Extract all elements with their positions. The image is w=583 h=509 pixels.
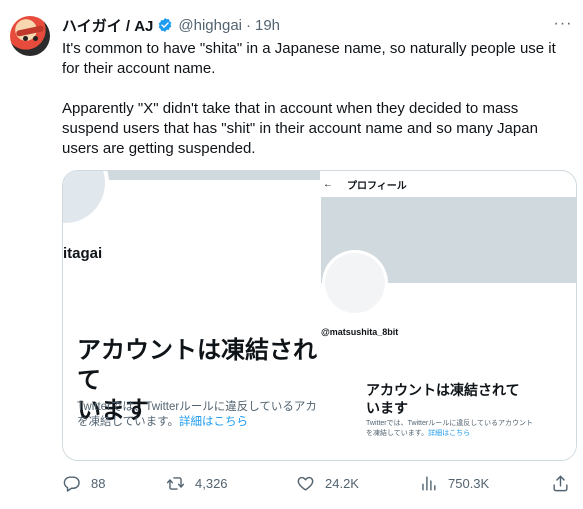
reply-button[interactable]: 88 <box>62 472 105 494</box>
tweet[interactable]: ハイガイ / AJ @highgai · 19h ··· It's common… <box>0 0 583 509</box>
retweet-count: 4,326 <box>195 475 228 491</box>
timestamp[interactable]: 19h <box>255 17 280 34</box>
tweet-header: ハイガイ / AJ @highgai · 19h <box>62 15 280 35</box>
more-options-icon[interactable]: ··· <box>553 14 573 34</box>
view-count: 750.3K <box>448 475 490 491</box>
verified-badge-icon <box>159 18 172 32</box>
tweet-text: It's common to have "shita" in a Japanes… <box>62 40 556 157</box>
reply-count: 88 <box>91 475 106 491</box>
suspended-username: itagai <box>63 245 103 262</box>
media-image-left[interactable]: itagai アカウントは凍結されて います Twitterでは、Twitter… <box>63 171 320 460</box>
views-button[interactable]: 750.3K <box>419 472 489 494</box>
display-name[interactable]: ハイガイ / AJ <box>62 15 153 36</box>
profile-title: プロフィール <box>347 180 407 192</box>
profile-banner <box>107 171 320 180</box>
separator: · <box>246 16 251 34</box>
media-image-right[interactable]: ← プロフィール @matsushita_8bit アカウントは凍結されて いま… <box>320 171 576 460</box>
views-icon <box>422 475 436 491</box>
details-link: 詳細はこちら <box>428 430 471 437</box>
retweet-button[interactable]: 4,326 <box>166 472 228 494</box>
avatar[interactable] <box>10 16 50 56</box>
share-button[interactable] <box>551 472 570 494</box>
back-arrow-icon: ← <box>323 178 333 190</box>
share-icon <box>553 475 568 491</box>
like-count: 24.2K <box>325 475 359 491</box>
suspended-body: Twitterでは、Twitterルールに違反しているアカ を凍結しています。詳… <box>77 400 320 430</box>
action-bar: 88 4,326 24.2K 750.3K <box>62 472 577 494</box>
profile-topbar: ← プロフィール <box>321 171 576 197</box>
reply-icon <box>63 475 80 492</box>
details-link: 詳細はこちら <box>179 416 249 428</box>
retweet-icon <box>166 476 185 490</box>
like-button[interactable]: 24.2K <box>296 472 359 494</box>
suspended-body: Twitterでは、Twitterルールに違反しているアカウント を凍結していま… <box>366 419 576 439</box>
handle[interactable]: @highgai <box>178 17 242 34</box>
suspended-headline: アカウントは凍結されて います <box>366 382 520 416</box>
suspended-username: @matsushita_8bit <box>321 327 399 337</box>
profile-avatar-placeholder <box>63 171 105 223</box>
media-grid[interactable]: itagai アカウントは凍結されて います Twitterでは、Twitter… <box>62 170 577 461</box>
profile-avatar-placeholder <box>325 253 385 313</box>
heart-icon <box>297 476 314 491</box>
